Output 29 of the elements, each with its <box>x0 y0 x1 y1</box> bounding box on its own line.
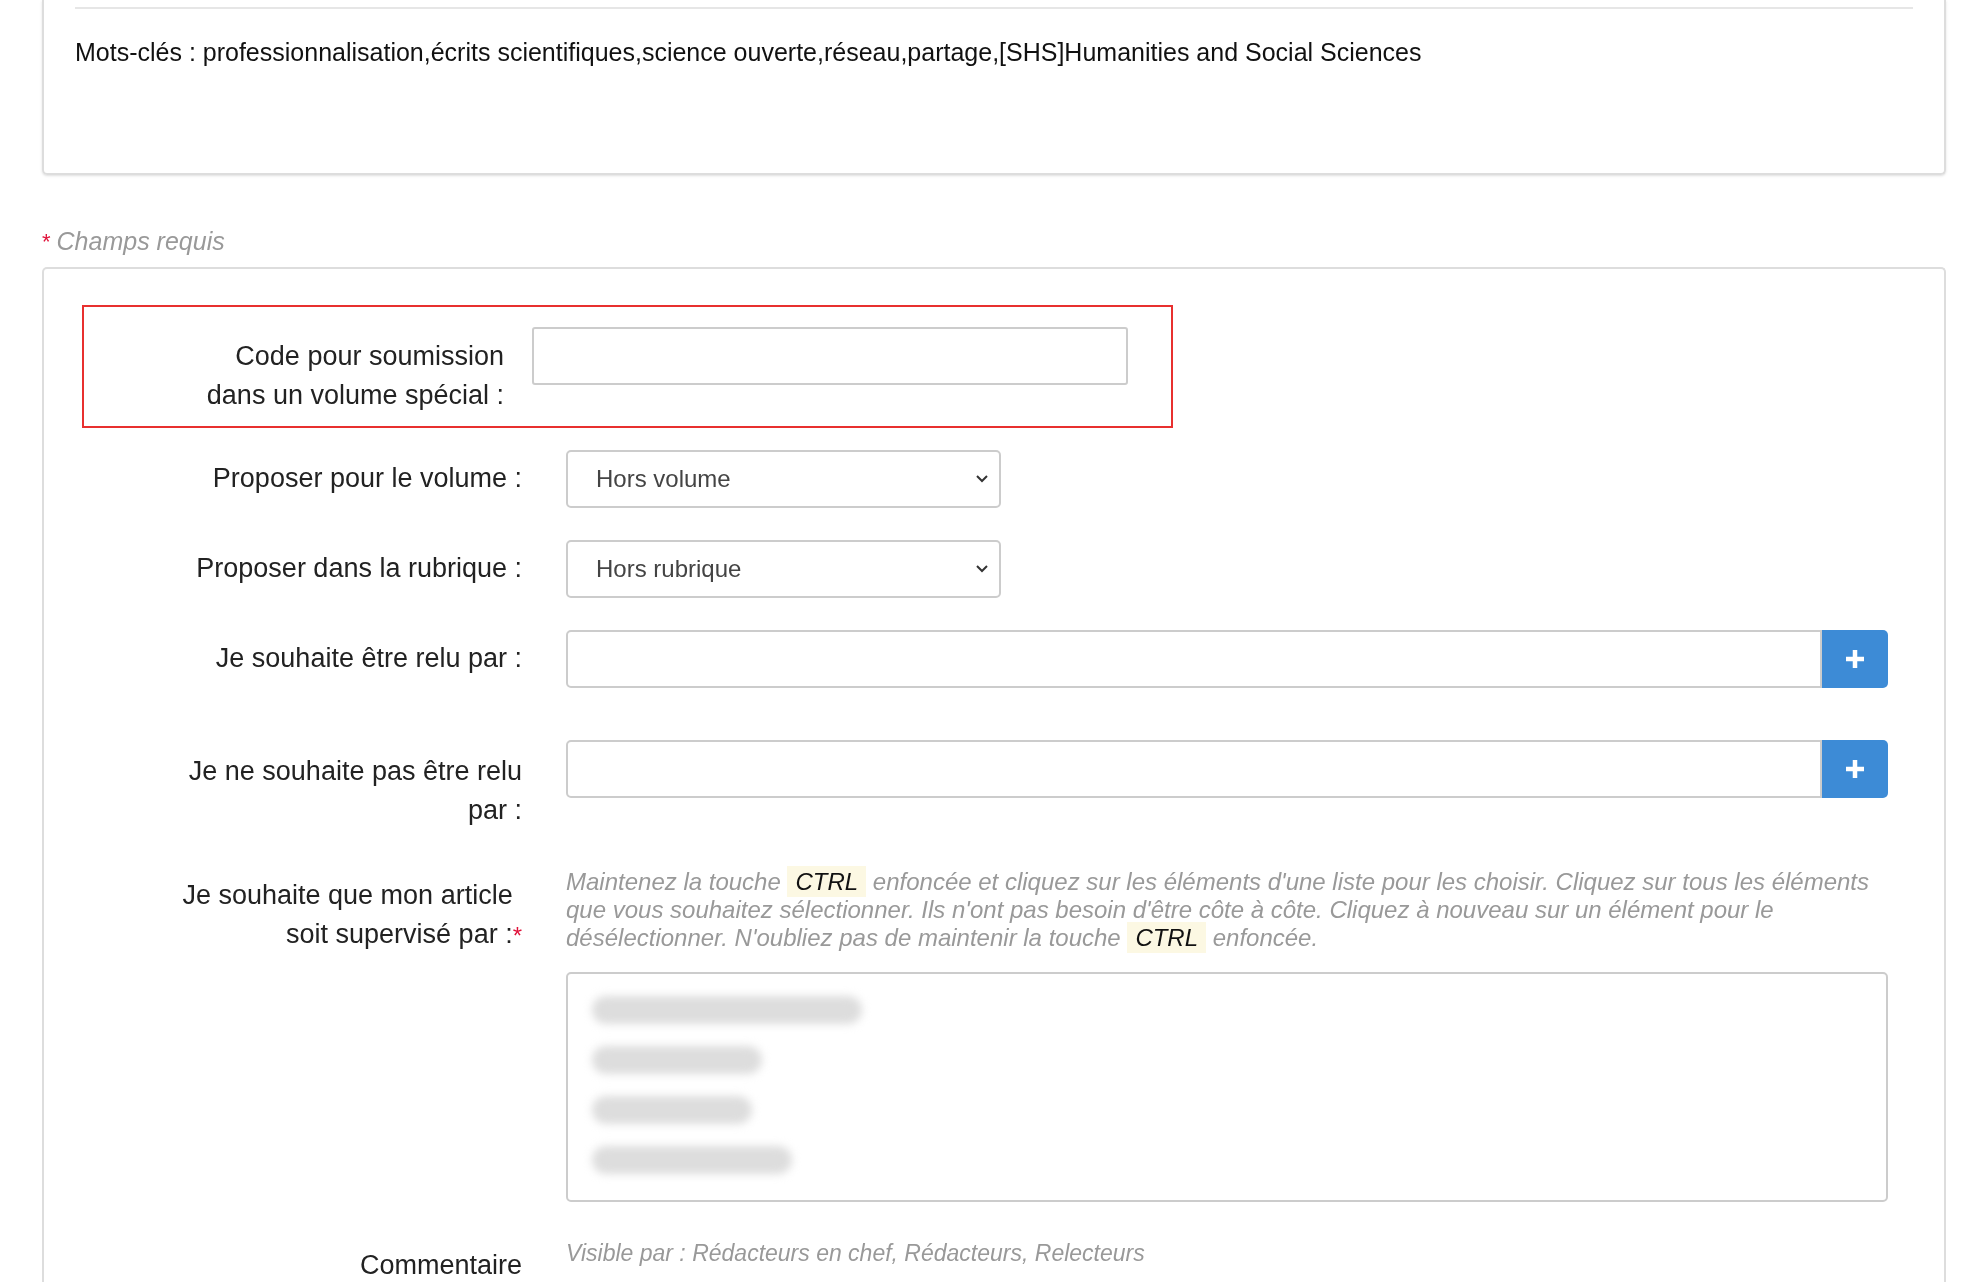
multi-select-list[interactable] <box>566 971 1888 1202</box>
plus-icon <box>1844 757 1866 780</box>
blurred-list-item[interactable] <box>592 1095 752 1124</box>
blurred-list-item[interactable] <box>592 1145 792 1174</box>
dropdown-select[interactable]: Hors rubrique <box>566 539 1001 598</box>
field-label: Je souhaite que mon article soit supervisé par : <box>181 878 513 951</box>
field-label: Je ne souhaite pas être relu par : <box>187 754 522 827</box>
add-button[interactable] <box>1822 629 1888 688</box>
field-label: Je souhaite être relu par : <box>215 642 522 675</box>
plus-icon <box>1844 647 1866 670</box>
dropdown-select[interactable]: Hors volume <box>566 449 1001 508</box>
field-label: Proposer dans la rubrique : <box>196 552 522 585</box>
blurred-list-item[interactable] <box>592 1045 762 1074</box>
keywords-text: Mots-clés : professionnalisation,écrits scientifiques,science ouverte,réseau,partage,[SHS]Humanities and Social Sciences <box>75 37 1423 68</box>
hint-text: Maintenez la touche CTRL enfoncée et cliquez sur les éléments d'une liste pour les choisir. Cliquez sur tous les éléments que vous souhaitez sélectionner. Ils n'ont pas besoin d'être côte à côte. Cliquez à nouveau sur un élément pour le désélectionner. N'oubliez pas de maintenir la touche CTRL enfoncée. <box>566 867 1871 952</box>
required-marker: * <box>512 920 522 951</box>
input-field[interactable] <box>532 327 1128 385</box>
blurred-list-item[interactable] <box>592 995 862 1024</box>
visibility-note: Visible par : Rédacteurs en chef, Rédacteurs, Relecteurs <box>566 1238 1145 1268</box>
field-label: Commentaire <box>359 1249 522 1280</box>
chevron-icon <box>975 563 989 574</box>
input-field[interactable] <box>566 739 1822 798</box>
chevron-icon <box>975 473 989 484</box>
input-field[interactable] <box>566 629 1822 688</box>
field-label: Code pour soumission dans un volume spécial : <box>205 340 504 412</box>
field-label: Proposer pour le volume : <box>212 462 522 495</box>
required-note: Champs requis <box>56 226 225 257</box>
add-button[interactable] <box>1822 739 1888 798</box>
required-marker: * <box>42 230 51 253</box>
